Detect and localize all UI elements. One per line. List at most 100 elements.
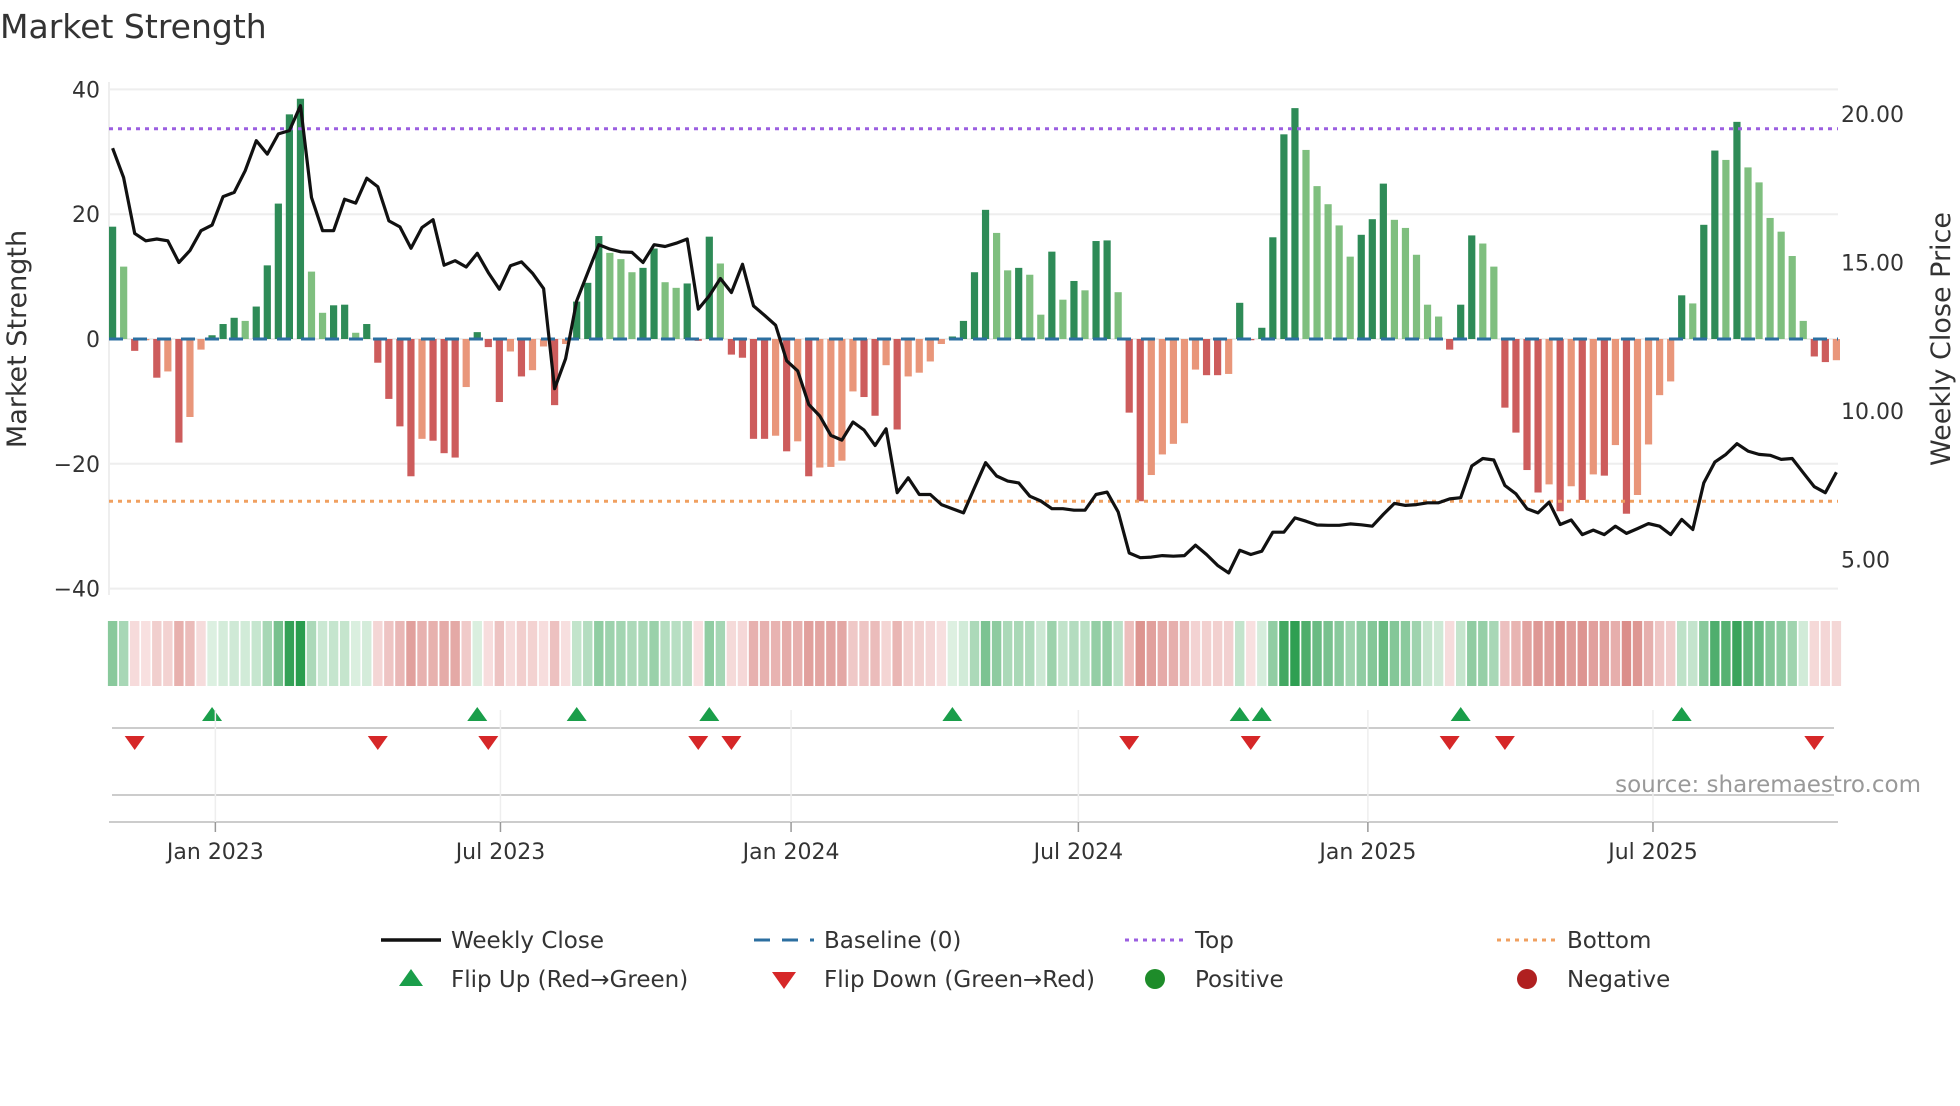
bar-positive xyxy=(230,317,238,339)
bar-positive xyxy=(1081,290,1089,339)
y-tick-label-left: 20 xyxy=(72,203,100,228)
heatmap-cell xyxy=(1246,621,1256,686)
bar-positive xyxy=(1048,251,1056,339)
heatmap-cell xyxy=(1478,621,1488,686)
bar-positive xyxy=(1468,235,1476,339)
heatmap-cell xyxy=(1444,621,1455,686)
bar-negative xyxy=(860,339,868,398)
legend-label: Bottom xyxy=(1567,928,1651,954)
bar-negative xyxy=(407,339,415,477)
bar-positive xyxy=(1766,217,1774,339)
bar-negative xyxy=(1214,339,1222,376)
bar-negative xyxy=(882,339,890,366)
heatmap-cell xyxy=(174,621,184,686)
heatmap-cell xyxy=(196,621,206,686)
bar-negative xyxy=(528,339,537,371)
heatmap-cell xyxy=(1621,621,1632,686)
flip-down-marker xyxy=(478,736,499,750)
bar-negative xyxy=(1810,339,1818,357)
heatmap-cell xyxy=(1135,621,1145,686)
bar-negative xyxy=(1667,339,1675,382)
bar-positive xyxy=(1722,159,1730,339)
bar-negative xyxy=(727,339,735,355)
bar-positive xyxy=(1302,149,1310,339)
heatmap-cell xyxy=(1743,621,1753,686)
x-tick-label: Jan 2024 xyxy=(741,840,840,865)
heatmap-cell xyxy=(925,621,935,686)
heatmap-cell xyxy=(1080,621,1090,686)
heatmap-cell xyxy=(859,621,869,686)
heatmap-cell xyxy=(660,621,670,686)
heatmap-cell xyxy=(616,621,626,686)
heatmap-cell xyxy=(1179,621,1190,686)
heatmap-cell xyxy=(980,621,991,686)
heatmap-cell xyxy=(1632,621,1643,686)
heatmap-cell xyxy=(439,621,449,686)
flip-up-marker xyxy=(566,707,587,721)
bar-positive xyxy=(1390,219,1398,339)
heatmap-cell xyxy=(395,621,405,686)
bar-positive xyxy=(252,306,260,339)
bar-positive xyxy=(1777,231,1785,339)
bar-positive xyxy=(1258,327,1266,339)
bar-positive xyxy=(1457,304,1465,339)
heatmap-cell xyxy=(848,621,858,686)
y-tick-label-right: 10.00 xyxy=(1841,400,1904,425)
bar-negative xyxy=(385,339,393,399)
heatmap-cell xyxy=(826,621,836,686)
bar-positive xyxy=(639,267,647,339)
flip-down-marker xyxy=(1494,736,1515,750)
bar-negative xyxy=(131,339,139,351)
heatmap-cell xyxy=(969,621,980,686)
heatmap-cell xyxy=(1367,621,1377,686)
bar-positive xyxy=(981,209,990,339)
legend-circle-negative-icon xyxy=(1517,969,1537,989)
legend-label: Flip Down (Green→Red) xyxy=(824,967,1095,993)
heatmap-cell xyxy=(384,621,394,686)
heatmap-cell xyxy=(1124,621,1134,686)
heatmap-cell xyxy=(958,621,969,686)
heatmap-cell xyxy=(163,621,173,686)
flip-up-marker xyxy=(467,707,488,721)
heatmap-cell xyxy=(1555,621,1565,686)
heatmap-cell xyxy=(1588,621,1598,686)
bar-negative xyxy=(738,339,747,358)
bar-negative xyxy=(1158,339,1166,455)
bar-negative xyxy=(186,339,194,417)
bar-positive xyxy=(363,324,371,339)
bar-negative xyxy=(451,339,459,458)
heatmap-cell xyxy=(317,621,328,686)
heatmap-cell xyxy=(560,621,571,686)
heatmap-cell xyxy=(1400,621,1411,686)
heatmap-cell xyxy=(1058,621,1068,686)
heatmap-cell xyxy=(450,621,460,686)
bar-negative xyxy=(760,339,769,439)
bar-positive xyxy=(1015,267,1023,339)
bar-negative xyxy=(1136,339,1144,502)
bar-negative xyxy=(495,339,503,403)
bar-positive xyxy=(1346,256,1354,339)
legend-triangle-down-icon xyxy=(772,972,796,989)
heatmap-cell xyxy=(273,621,284,686)
heatmap-cell xyxy=(461,621,471,686)
flip-up-marker xyxy=(1671,707,1692,721)
heatmap-cell xyxy=(1544,621,1554,686)
heatmap-cell xyxy=(1047,621,1057,686)
bar-negative xyxy=(1656,339,1664,396)
heatmap-cell xyxy=(1798,621,1808,686)
bar-negative xyxy=(794,339,802,442)
heatmap-cell xyxy=(1577,621,1587,686)
x-axis: Jan 2023 Jul 2023 Jan 2024 Jul 2024 Jan 2025… xyxy=(109,710,1838,865)
heatmap-cell xyxy=(991,621,1002,686)
bar-positive xyxy=(1412,254,1421,339)
flip-down-marker xyxy=(1804,736,1825,750)
bar-negative xyxy=(1169,339,1177,444)
heatmap-cell xyxy=(262,621,272,686)
heatmap-cell xyxy=(1069,621,1079,686)
heatmap-cell xyxy=(406,621,416,686)
legend-triangle-up-icon xyxy=(399,969,423,986)
bar-negative xyxy=(374,339,382,363)
bar-negative xyxy=(1622,339,1631,514)
bar-positive xyxy=(1744,167,1752,339)
heatmap-cell xyxy=(1345,621,1355,686)
